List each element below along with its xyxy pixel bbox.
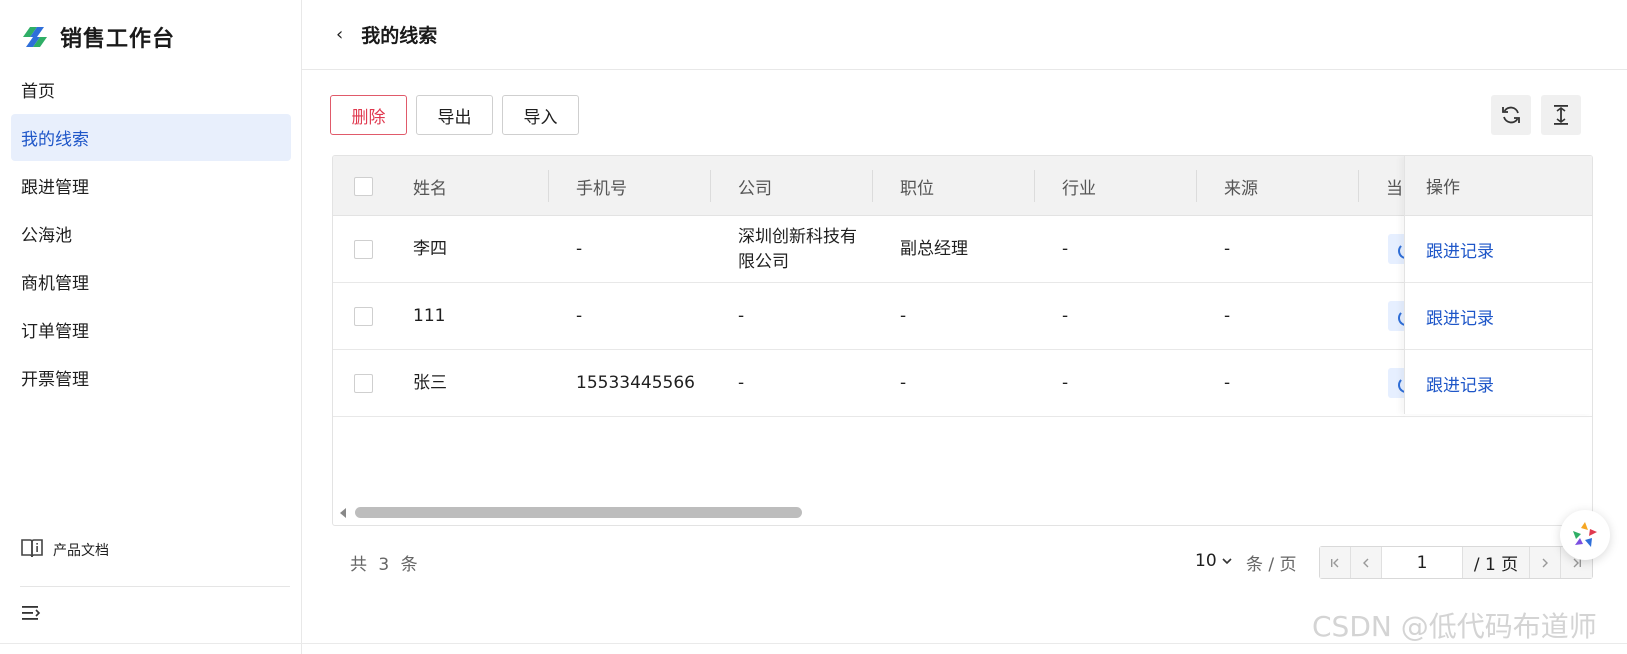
column-header-company[interactable]: 公司 [738,156,772,216]
cell-source: - [1224,306,1231,326]
cell-company: - [738,306,745,326]
watermark: CSDN @低代码布道师 [1312,610,1597,643]
actions-column: 操作 跟进记录 跟进记录 跟进记录 [1404,156,1592,417]
import-button[interactable]: 导入 [502,95,579,135]
cell-industry: - [1062,306,1069,326]
brand: 销售工作台 [20,22,175,52]
leads-table: 姓名 手机号 公司 职位 行业 来源 当 李四 - 深圳创新科技有限公司 副总经… [332,155,1593,526]
column-header-actions: 操作 [1405,156,1592,216]
sidebar: 销售工作台 首页 我的线索 跟进管理 公海池 商机管理 订单管理 开票管理 产品… [0,0,302,654]
page-title: 我的线索 [361,25,438,47]
horizontal-scrollbar[interactable] [333,504,1592,520]
sidebar-item-my-leads[interactable]: 我的线索 [11,114,291,161]
export-button[interactable]: 导出 [416,95,493,135]
sidebar-divider [20,586,290,587]
column-height-icon[interactable] [1541,95,1581,135]
sidebar-item-follow-up[interactable]: 跟进管理 [11,162,291,209]
follow-up-record-link[interactable]: 跟进记录 [1405,350,1592,417]
page-size-value: 10 [1195,551,1217,571]
cell-phone: - [576,239,583,259]
total-pages: / 1 页 [1463,547,1530,578]
select-all-checkbox[interactable] [354,177,373,196]
cell-source: - [1224,239,1231,259]
sidebar-item-home[interactable]: 首页 [11,66,291,113]
assistant-icon[interactable] [1560,510,1610,560]
chevron-down-icon [1221,551,1233,571]
sidebar-item-orders[interactable]: 订单管理 [11,306,291,353]
sidebar-item-opportunities[interactable]: 商机管理 [11,258,291,305]
column-divider [1034,170,1035,202]
product-docs-link[interactable]: 产品文档 [20,537,109,563]
cell-company: 深圳创新科技有限公司 [738,226,857,272]
row-checkbox[interactable] [354,374,373,393]
scrollbar-thumb[interactable] [355,507,802,518]
column-divider [1358,170,1359,202]
cell-company: - [738,373,745,393]
refresh-icon[interactable] [1491,95,1531,135]
next-page-icon[interactable] [1530,547,1561,578]
cell-name: 张三 [413,373,447,393]
total-count: 共 3 条 [350,555,421,575]
per-page-label: 条 / 页 [1246,555,1297,575]
book-icon [20,537,44,563]
page-header: ‹ 我的线索 [302,0,1627,70]
logo-icon [20,23,50,51]
column-header-source[interactable]: 来源 [1224,156,1258,216]
column-header-position[interactable]: 职位 [900,156,934,216]
column-header-industry[interactable]: 行业 [1062,156,1096,216]
cell-industry: - [1062,373,1069,393]
page-size-select[interactable]: 10 [1195,551,1233,571]
cell-name: 李四 [413,239,447,259]
cell-position: - [900,306,907,326]
column-divider [872,170,873,202]
column-header-status[interactable]: 当 [1386,156,1403,216]
column-divider [710,170,711,202]
follow-up-record-link[interactable]: 跟进记录 [1405,216,1592,283]
sidebar-menu: 首页 我的线索 跟进管理 公海池 商机管理 订单管理 开票管理 [11,66,291,402]
pagination: / 1 页 [1319,546,1593,579]
sidebar-item-invoices[interactable]: 开票管理 [11,354,291,401]
cell-source: - [1224,373,1231,393]
scroll-left-icon[interactable] [340,508,346,518]
sidebar-item-public-pool[interactable]: 公海池 [11,210,291,257]
row-checkbox[interactable] [354,240,373,259]
app-title: 销售工作台 [60,27,176,52]
cell-name: 111 [413,306,446,326]
menu-collapse-icon[interactable] [20,604,42,622]
column-divider [548,170,549,202]
delete-button[interactable]: 删除 [330,95,407,135]
column-header-phone[interactable]: 手机号 [576,156,627,216]
cell-position: - [900,373,907,393]
product-docs-label: 产品文档 [53,543,109,559]
cell-phone: - [576,306,583,326]
page-number-input[interactable] [1382,547,1463,578]
chevron-left-icon[interactable]: ‹ [336,24,343,45]
column-divider [1196,170,1197,202]
bottom-divider [0,643,1627,644]
cell-phone: 15533445566 [576,373,695,393]
cell-industry: - [1062,239,1069,259]
column-header-name[interactable]: 姓名 [413,156,447,216]
prev-page-icon[interactable] [1351,547,1382,578]
cell-position: 副总经理 [900,239,968,259]
follow-up-record-link[interactable]: 跟进记录 [1405,283,1592,350]
first-page-icon[interactable] [1320,547,1351,578]
row-checkbox[interactable] [354,307,373,326]
